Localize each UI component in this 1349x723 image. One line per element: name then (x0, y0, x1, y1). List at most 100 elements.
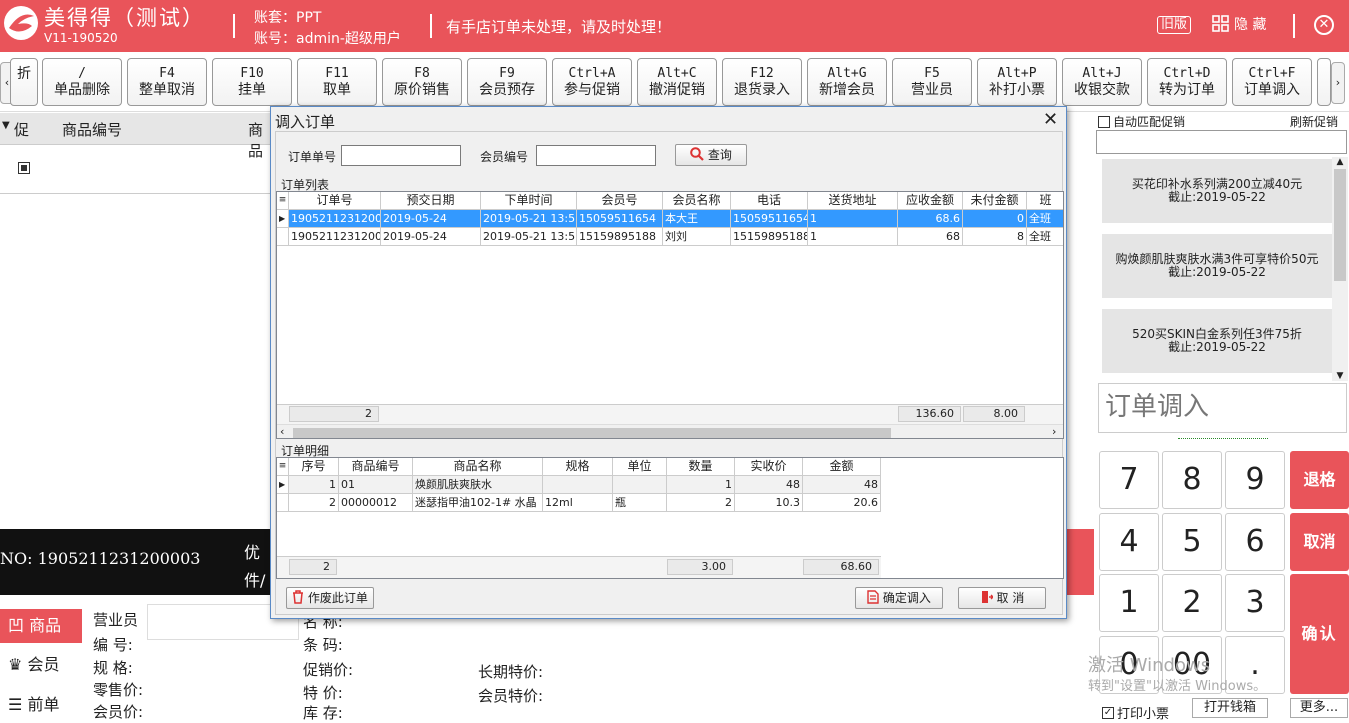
refresh-promo-link[interactable]: 刷新促销 (1290, 113, 1338, 130)
fkey-cash-handover-button[interactable]: Alt+J 收银交款 (1062, 58, 1142, 106)
table-cell[interactable]: 10.3 (735, 494, 803, 512)
fkey-undo-promo-button[interactable]: Alt+C 撤消促销 (637, 58, 717, 106)
scroll-thumb[interactable] (1334, 169, 1346, 281)
order-detail-grid[interactable]: ≡ 序号 商品编号 商品名称 规格 单位 数量 实收价 金额 ▶ 1 01 焕颜… (276, 457, 1064, 579)
toolbar-scroll-right-icon[interactable]: › (1331, 62, 1345, 104)
table-cell[interactable]: 2 (289, 494, 339, 512)
col-header[interactable]: 规格 (543, 458, 613, 476)
print-receipt-checkbox[interactable]: ✓ 打印小票 (1102, 703, 1169, 722)
key-8[interactable]: 8 (1162, 451, 1222, 509)
promo-search-input[interactable] (1096, 130, 1347, 154)
col-header[interactable]: 单位 (613, 458, 667, 476)
col-header[interactable]: 未付金额 (963, 192, 1027, 210)
col-header[interactable]: 商品名称 (413, 458, 543, 476)
promo-scrollbar[interactable]: ▲ ▼ (1332, 157, 1348, 381)
scroll-left-icon[interactable]: ‹ (280, 425, 284, 438)
fkey-cancel-order-button[interactable]: F4 整单取消 (127, 58, 207, 106)
col-header[interactable]: 电话 (731, 192, 808, 210)
key-2[interactable]: 2 (1162, 574, 1222, 632)
key-1[interactable]: 1 (1099, 574, 1159, 632)
col-header[interactable]: 班 (1027, 192, 1063, 210)
table-cell[interactable]: 15159895188 (731, 228, 808, 246)
confirm-key-button[interactable]: 确认 (1290, 574, 1349, 694)
table-cell[interactable]: 12ml (543, 494, 613, 512)
grid-menu-icon[interactable]: ≡ (277, 458, 289, 476)
table-cell[interactable]: 1 (808, 210, 898, 228)
order-hscrollbar[interactable]: ‹ › (277, 424, 1063, 438)
table-cell[interactable]: 15059511654 (577, 210, 663, 228)
member-no-input[interactable] (536, 145, 656, 166)
table-cell[interactable]: 焕颜肌肤爽肤水 (413, 476, 543, 494)
void-order-button[interactable]: 作废此订单 (286, 587, 374, 609)
table-cell[interactable]: 迷瑟指甲油102-1# 水晶 (413, 494, 543, 512)
close-app-icon[interactable]: ✕ (1314, 15, 1334, 35)
table-cell[interactable]: 2 (667, 494, 735, 512)
table-cell[interactable]: 01 (339, 476, 413, 494)
fkey-add-member-button[interactable]: Alt+G 新增会员 (807, 58, 887, 106)
cancel-key-button[interactable]: 取消 (1290, 513, 1349, 571)
table-cell[interactable]: 全班 (1027, 228, 1063, 246)
more-button[interactable]: 更多... (1290, 698, 1348, 718)
grid-menu-icon[interactable]: ≡ (277, 192, 289, 210)
table-cell[interactable]: 2019-05-24 (381, 228, 481, 246)
fkey-import-order-button[interactable]: Ctrl+F 订单调入 (1232, 58, 1312, 106)
query-button[interactable]: 查询 (675, 144, 747, 166)
scroll-right-icon[interactable]: › (1052, 425, 1056, 438)
scroll-thumb[interactable] (293, 428, 891, 438)
fkey-delete-item-button[interactable]: / 单品删除 (42, 58, 122, 106)
table-cell[interactable]: 48 (735, 476, 803, 494)
fkey-hold-order-button[interactable]: F10 挂单 (212, 58, 292, 106)
col-header[interactable]: 应收金额 (898, 192, 963, 210)
old-version-button[interactable]: 旧版 (1157, 16, 1192, 34)
table-cell[interactable]: 2019-05-21 13:5: (481, 228, 577, 246)
table-cell[interactable] (613, 476, 667, 494)
table-cell[interactable] (543, 476, 613, 494)
col-header[interactable]: 实收价 (735, 458, 803, 476)
row-checkbox[interactable] (18, 162, 30, 174)
table-cell[interactable]: 20.6 (803, 494, 881, 512)
nav-item-previous[interactable]: ☰ 前单 (0, 688, 82, 722)
table-cell[interactable]: 本大王 (663, 210, 731, 228)
scroll-down-icon[interactable]: ▼ (1332, 371, 1348, 381)
table-cell[interactable]: 0 (963, 210, 1027, 228)
col-header[interactable]: 下单时间 (481, 192, 577, 210)
col-header[interactable]: 送货地址 (808, 192, 898, 210)
key-5[interactable]: 5 (1162, 513, 1222, 571)
scroll-up-icon[interactable]: ▲ (1332, 157, 1348, 167)
key-7[interactable]: 7 (1099, 451, 1159, 509)
fkey-reprint-button[interactable]: Alt+P 补打小票 (977, 58, 1057, 106)
table-cell[interactable]: 全班 (1027, 210, 1063, 228)
col-header[interactable]: 序号 (289, 458, 339, 476)
cancel-button[interactable]: 取 消 (958, 587, 1046, 609)
nav-item-member[interactable]: ♛ 会员 (0, 648, 82, 682)
fkey-discount-button[interactable]: 折 (10, 58, 38, 106)
table-cell[interactable]: 68 (898, 228, 963, 246)
table-cell[interactable]: 1 (808, 228, 898, 246)
col-header[interactable]: 会员名称 (663, 192, 731, 210)
dialog-close-icon[interactable]: ✕ (1043, 109, 1058, 130)
key-4[interactable]: 4 (1099, 513, 1159, 571)
nav-item-product[interactable]: 凹 商品 (0, 609, 82, 643)
entry-display[interactable]: 订单调入 (1098, 383, 1347, 433)
table-cell[interactable]: 1 (667, 476, 735, 494)
table-cell[interactable]: 190521123120000 (289, 228, 381, 246)
table-cell[interactable]: 1 (289, 476, 339, 494)
key-3[interactable]: 3 (1225, 574, 1285, 632)
fkey-convert-order-button[interactable]: Ctrl+D 转为订单 (1147, 58, 1227, 106)
order-no-input[interactable] (341, 145, 461, 166)
table-cell[interactable]: 190521123120000 (289, 210, 381, 228)
table-cell[interactable]: 2019-05-21 13:5: (481, 210, 577, 228)
table-cell[interactable]: 瓶 (613, 494, 667, 512)
col-header[interactable]: 会员号 (577, 192, 663, 210)
table-cell[interactable]: 8 (963, 228, 1027, 246)
auto-match-checkbox[interactable]: 自动匹配促销 (1098, 113, 1185, 130)
col-header[interactable]: 订单号 (289, 192, 381, 210)
fkey-overflow-button[interactable] (1317, 58, 1331, 106)
table-cell[interactable]: 刘刘 (663, 228, 731, 246)
col-header[interactable]: 商品编号 (339, 458, 413, 476)
col-header[interactable]: 数量 (667, 458, 735, 476)
backspace-button[interactable]: 退格 (1290, 451, 1349, 509)
table-cell[interactable]: 15059511654 (731, 210, 808, 228)
key-6[interactable]: 6 (1225, 513, 1285, 571)
hide-button[interactable]: 隐 藏 (1212, 14, 1266, 34)
